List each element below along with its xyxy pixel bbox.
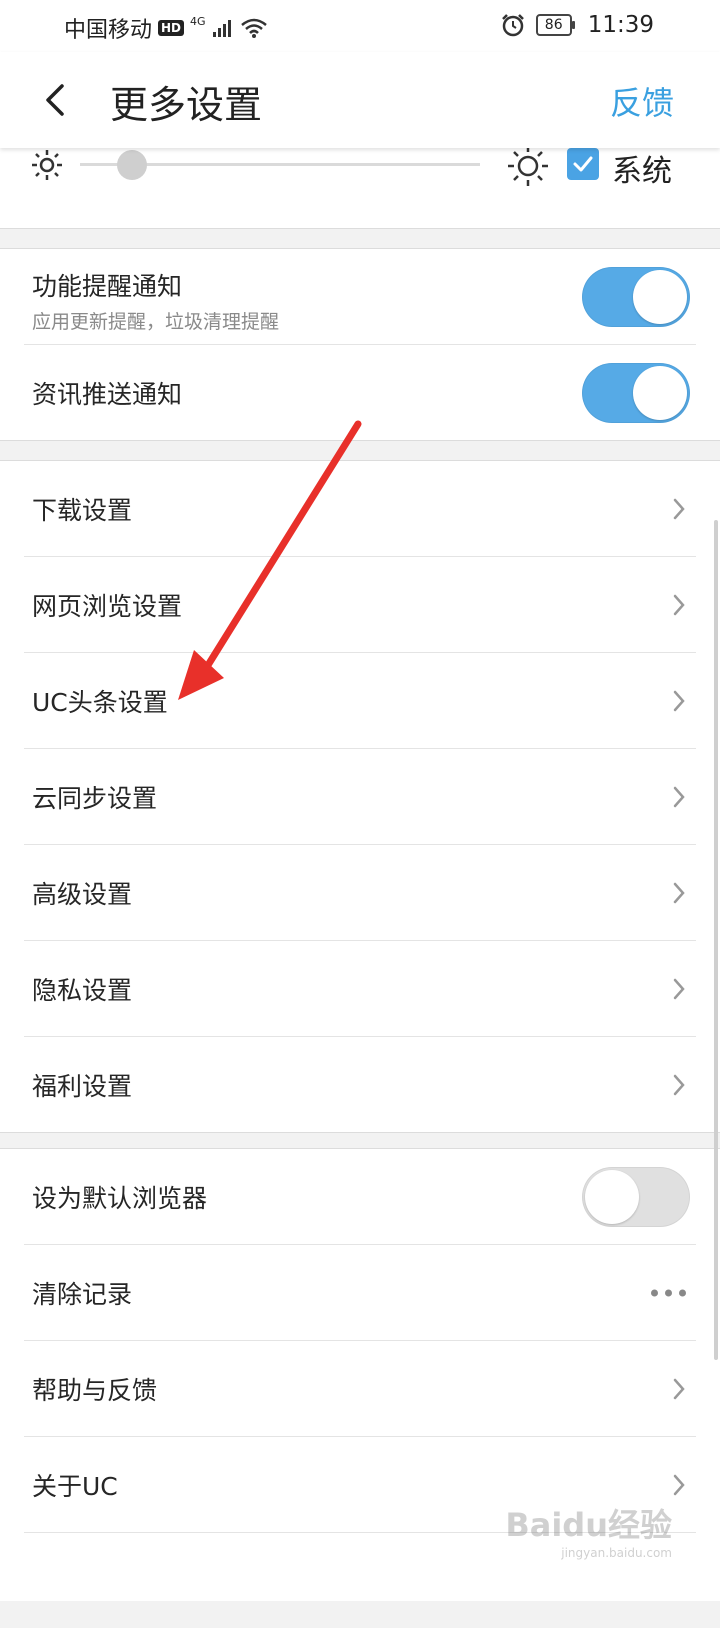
- row-label: 福利设置: [32, 1071, 133, 1101]
- toggle-knob: [633, 269, 687, 324]
- row-label: 设为默认浏览器: [32, 1183, 208, 1213]
- settings-item-uc-headlines[interactable]: UC头条设置: [24, 653, 696, 749]
- system-brightness-label: 系统: [612, 154, 672, 189]
- row-label: 帮助与反馈: [32, 1375, 158, 1405]
- signal-icon: [212, 20, 231, 37]
- chevron-right-icon: [673, 594, 685, 615]
- clear-records-row[interactable]: 清除记录: [24, 1245, 696, 1341]
- app-bar: 更多设置 反馈: [0, 52, 720, 148]
- settings-item-privacy[interactable]: 隐私设置: [24, 941, 696, 1037]
- alarm-icon: [501, 14, 524, 37]
- settings-item-download[interactable]: 下载设置: [24, 461, 696, 557]
- back-arrow-icon[interactable]: [38, 80, 74, 120]
- hd-badge: HD: [158, 20, 185, 36]
- row-label: 清除记录: [32, 1279, 133, 1309]
- network-type-label: 4G: [190, 14, 206, 28]
- row-label: 隐私设置: [32, 975, 133, 1005]
- feature-notification-toggle[interactable]: [582, 266, 690, 327]
- chevron-right-icon: [673, 882, 685, 903]
- settings-item-cloud-sync[interactable]: 云同步设置: [24, 749, 696, 845]
- more-dots-icon: [651, 1289, 686, 1296]
- toggle-knob: [633, 365, 687, 420]
- chevron-right-icon: [673, 690, 685, 711]
- row-label: 高级设置: [32, 879, 133, 909]
- news-push-toggle[interactable]: [582, 362, 690, 423]
- row-label: 云同步设置: [32, 783, 158, 813]
- system-brightness-checkbox[interactable]: [567, 148, 599, 180]
- toggle-knob: [585, 1169, 639, 1224]
- watermark-url: jingyan.baidu.com: [561, 1546, 672, 1560]
- row-label: UC头条设置: [32, 687, 168, 717]
- brightness-slider-thumb[interactable]: [117, 150, 147, 180]
- row-label: 功能提醒通知: [32, 272, 183, 301]
- row-subtitle: 应用更新提醒，垃圾清理提醒: [32, 311, 280, 333]
- row-label: 关于UC: [32, 1471, 118, 1501]
- brightness-low-icon: [32, 150, 62, 180]
- chevron-right-icon: [673, 1474, 685, 1495]
- clock: 11:39: [587, 12, 654, 38]
- row-label: 网页浏览设置: [32, 591, 183, 621]
- status-bar: 中国移动 HD 4G 86 11:39: [0, 0, 720, 52]
- settings-list-panel: 下载设置 网页浏览设置 UC头条设置 云同步设置 高级设置 隐私设置 福利设置: [0, 460, 720, 1133]
- help-feedback-row[interactable]: 帮助与反馈: [24, 1341, 696, 1437]
- row-label: 下载设置: [32, 495, 133, 525]
- chevron-right-icon: [673, 978, 685, 999]
- watermark: Baidu经验 jingyan.baidu.com: [505, 1500, 672, 1560]
- chevron-right-icon: [673, 786, 685, 807]
- scrollbar[interactable]: [714, 520, 718, 1360]
- default-browser-toggle[interactable]: [582, 1166, 690, 1227]
- notification-row-feature[interactable]: 功能提醒通知 应用更新提醒，垃圾清理提醒: [24, 249, 696, 345]
- page-title: 更多设置: [110, 83, 263, 127]
- default-browser-row[interactable]: 设为默认浏览器: [24, 1149, 696, 1245]
- row-label: 资讯推送通知: [32, 379, 183, 409]
- chevron-right-icon: [673, 498, 685, 519]
- check-icon: [573, 156, 593, 172]
- wifi-icon: [240, 18, 267, 38]
- feedback-button[interactable]: 反馈: [610, 78, 674, 124]
- watermark-logo-text: Baidu经验: [505, 1506, 672, 1544]
- brightness-high-icon: [508, 146, 548, 186]
- carrier-label: 中国移动: [64, 18, 153, 43]
- notifications-panel: 功能提醒通知 应用更新提醒，垃圾清理提醒 资讯推送通知: [0, 248, 720, 441]
- chevron-right-icon: [673, 1378, 685, 1399]
- chevron-right-icon: [673, 1074, 685, 1095]
- settings-item-browsing[interactable]: 网页浏览设置: [24, 557, 696, 653]
- battery-indicator: 86: [535, 14, 575, 36]
- notification-row-news[interactable]: 资讯推送通知: [24, 345, 696, 440]
- settings-item-benefits[interactable]: 福利设置: [24, 1037, 696, 1132]
- settings-item-advanced[interactable]: 高级设置: [24, 845, 696, 941]
